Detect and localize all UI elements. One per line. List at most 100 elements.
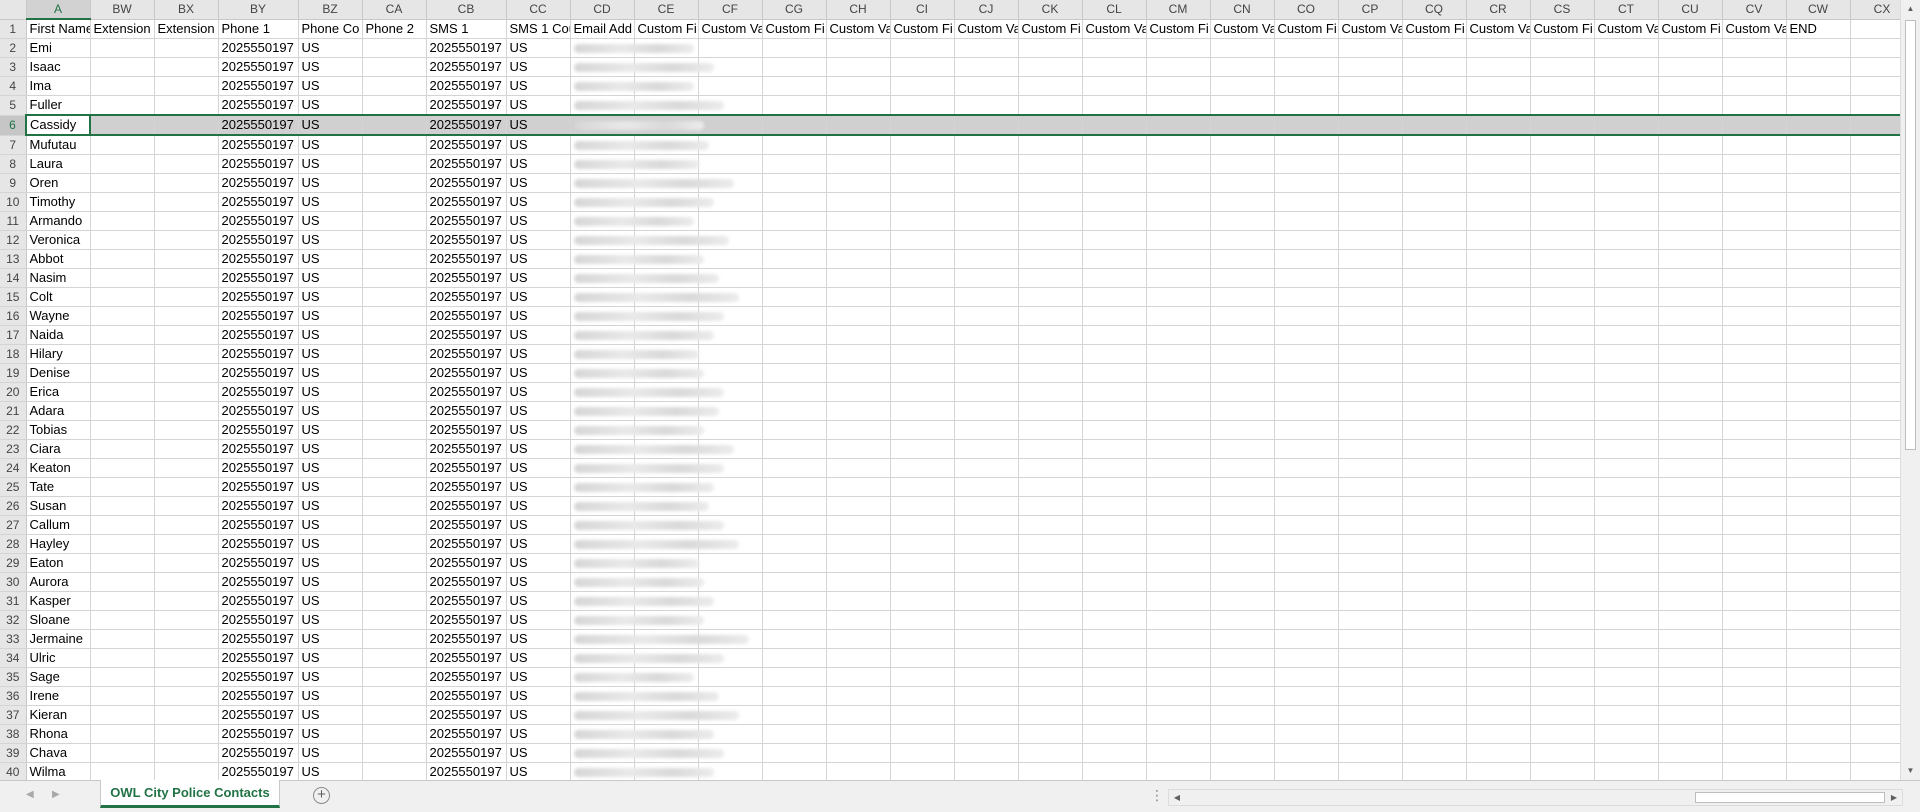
first-name-cell[interactable]: Denise xyxy=(26,363,91,383)
phone-cell[interactable]: 2025550197 xyxy=(218,344,299,364)
empty-cell[interactable] xyxy=(1338,268,1403,288)
empty-cell[interactable] xyxy=(1018,477,1083,497)
empty-cell[interactable] xyxy=(1274,686,1339,706)
empty-cell[interactable] xyxy=(762,114,827,136)
empty-cell[interactable] xyxy=(90,363,155,383)
row-header[interactable]: 39 xyxy=(0,743,27,763)
empty-cell[interactable] xyxy=(1530,192,1595,212)
empty-cell[interactable] xyxy=(1658,114,1723,136)
empty-cell[interactable] xyxy=(1658,230,1723,250)
empty-cell[interactable] xyxy=(1274,553,1339,573)
phone-cell[interactable]: 2025550197 xyxy=(218,515,299,535)
empty-cell[interactable] xyxy=(1082,401,1147,421)
first-name-cell[interactable]: Ulric xyxy=(26,648,91,668)
empty-cell[interactable] xyxy=(154,458,219,478)
header-cell[interactable]: Custom Fi xyxy=(1530,19,1595,39)
empty-cell[interactable] xyxy=(1722,705,1787,725)
empty-cell[interactable] xyxy=(1146,325,1211,345)
empty-cell[interactable] xyxy=(90,57,155,77)
empty-cell[interactable] xyxy=(1850,610,1900,630)
empty-cell[interactable] xyxy=(1722,325,1787,345)
empty-cell[interactable] xyxy=(1850,249,1900,269)
empty-cell[interactable] xyxy=(1658,724,1723,744)
first-name-cell[interactable]: Laura xyxy=(26,154,91,174)
row-header[interactable]: 15 xyxy=(0,287,27,307)
empty-cell[interactable] xyxy=(90,38,155,58)
empty-cell[interactable] xyxy=(154,496,219,516)
empty-cell[interactable] xyxy=(90,743,155,763)
tab-prev-icon[interactable]: ◀ xyxy=(26,789,34,800)
empty-cell[interactable] xyxy=(698,420,763,440)
phone-cell[interactable]: 2025550197 xyxy=(218,686,299,706)
row-header[interactable]: 1 xyxy=(0,19,27,39)
empty-cell[interactable] xyxy=(890,135,955,155)
empty-cell[interactable] xyxy=(1850,268,1900,288)
empty-cell[interactable] xyxy=(1402,629,1467,649)
empty-cell[interactable] xyxy=(890,287,955,307)
header-cell[interactable]: Custom Va xyxy=(1338,19,1403,39)
row-header[interactable]: 21 xyxy=(0,401,27,421)
empty-cell[interactable] xyxy=(826,306,891,326)
empty-cell[interactable] xyxy=(1850,114,1900,136)
scroll-right-icon[interactable]: ▶ xyxy=(1886,790,1902,805)
header-cell[interactable]: Custom Va xyxy=(1082,19,1147,39)
column-header-co[interactable]: CO xyxy=(1274,0,1339,20)
country-cell[interactable]: US xyxy=(298,477,363,497)
empty-cell[interactable] xyxy=(1210,287,1275,307)
empty-cell[interactable] xyxy=(1786,401,1851,421)
empty-cell[interactable] xyxy=(698,610,763,630)
empty-cell[interactable] xyxy=(1338,249,1403,269)
empty-cell[interactable] xyxy=(890,572,955,592)
empty-cell[interactable] xyxy=(826,515,891,535)
empty-cell[interactable] xyxy=(1658,76,1723,96)
email-cell-redacted[interactable] xyxy=(570,211,694,231)
empty-cell[interactable] xyxy=(154,743,219,763)
empty-cell[interactable] xyxy=(1850,230,1900,250)
empty-cell[interactable] xyxy=(826,211,891,231)
phone-cell[interactable]: 2025550197 xyxy=(426,762,507,780)
empty-cell[interactable] xyxy=(954,572,1019,592)
empty-cell[interactable] xyxy=(90,762,155,780)
empty-cell[interactable] xyxy=(1402,192,1467,212)
empty-cell[interactable] xyxy=(1530,591,1595,611)
empty-cell[interactable] xyxy=(826,95,891,116)
empty-cell[interactable] xyxy=(1018,610,1083,630)
empty-cell[interactable] xyxy=(1658,591,1723,611)
empty-cell[interactable] xyxy=(90,154,155,174)
empty-cell[interactable] xyxy=(1850,648,1900,668)
empty-cell[interactable] xyxy=(890,477,955,497)
phone-cell[interactable]: 2025550197 xyxy=(426,268,507,288)
empty-cell[interactable] xyxy=(1018,382,1083,402)
select-all-corner[interactable] xyxy=(0,0,27,20)
empty-cell[interactable] xyxy=(1594,724,1659,744)
phone-cell[interactable]: 2025550197 xyxy=(426,420,507,440)
empty-cell[interactable] xyxy=(362,591,427,611)
header-cell[interactable]: Phone 1 xyxy=(218,19,299,39)
empty-cell[interactable] xyxy=(90,135,155,155)
row-header[interactable]: 33 xyxy=(0,629,27,649)
row-header[interactable]: 11 xyxy=(0,211,27,231)
empty-cell[interactable] xyxy=(1146,363,1211,383)
empty-cell[interactable] xyxy=(1466,724,1531,744)
empty-cell[interactable] xyxy=(1146,38,1211,58)
empty-cell[interactable] xyxy=(890,667,955,687)
empty-cell[interactable] xyxy=(1466,95,1531,116)
empty-cell[interactable] xyxy=(1402,382,1467,402)
empty-cell[interactable] xyxy=(1018,114,1083,136)
empty-cell[interactable] xyxy=(890,401,955,421)
empty-cell[interactable] xyxy=(954,724,1019,744)
empty-cell[interactable] xyxy=(698,553,763,573)
empty-cell[interactable] xyxy=(154,95,219,116)
empty-cell[interactable] xyxy=(1274,249,1339,269)
empty-cell[interactable] xyxy=(1850,515,1900,535)
empty-cell[interactable] xyxy=(1594,629,1659,649)
first-name-cell[interactable]: Chava xyxy=(26,743,91,763)
empty-cell[interactable] xyxy=(1018,591,1083,611)
header-cell[interactable]: SMS 1 Cou xyxy=(506,19,571,39)
vertical-scroll-thumb[interactable] xyxy=(1905,20,1916,450)
country-cell[interactable]: US xyxy=(506,363,571,383)
empty-cell[interactable] xyxy=(890,154,955,174)
empty-cell[interactable] xyxy=(1850,743,1900,763)
column-header-cl[interactable]: CL xyxy=(1082,0,1147,20)
empty-cell[interactable] xyxy=(1530,344,1595,364)
